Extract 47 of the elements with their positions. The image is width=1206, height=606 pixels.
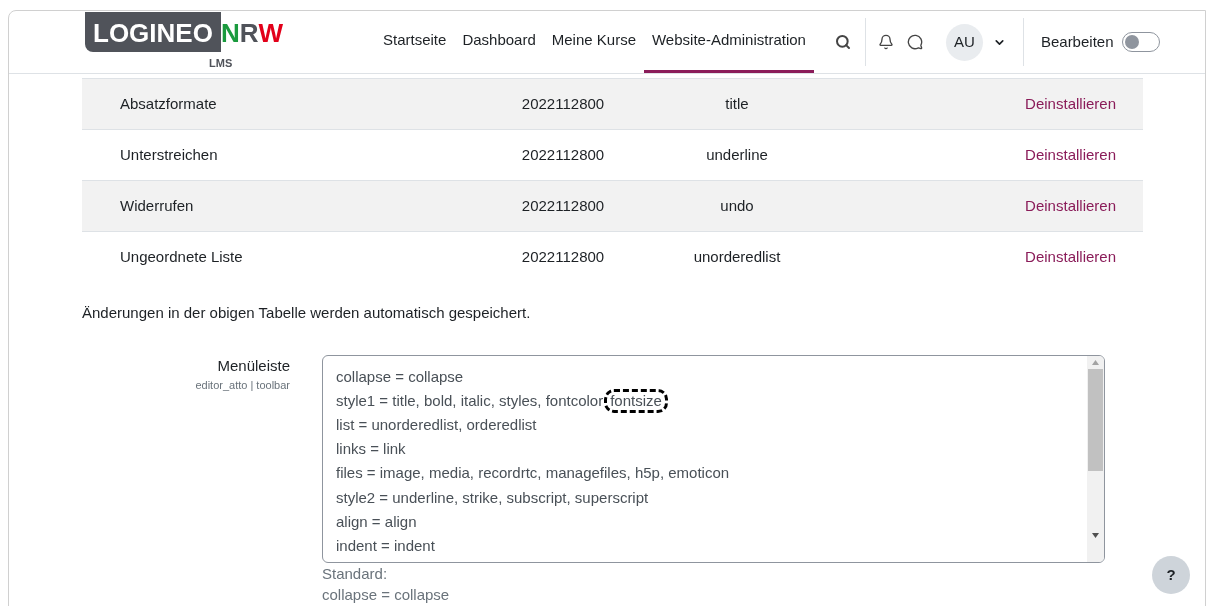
help-button[interactable]: ? [1152, 556, 1190, 594]
uninstall-link[interactable]: Deinstallieren [1025, 245, 1116, 269]
nav-tab[interactable]: Dashboard [454, 11, 544, 73]
nav-tab[interactable]: Meine Kurse [543, 11, 644, 73]
textarea-line: collapse = collapse [336, 366, 464, 387]
toolbar-textarea[interactable] [322, 354, 1105, 563]
edit-mode-switch[interactable] [1121, 32, 1160, 52]
chat-icon[interactable] [906, 34, 923, 50]
textarea-line: style1 = title, bold, italic, styles, fontcolor [336, 390, 604, 411]
default-value: collapse = collapse [322, 585, 451, 604]
textarea-line: style2 = underline, strike, subscript, superscript [336, 487, 649, 508]
bell-icon[interactable] [877, 34, 894, 50]
uninstall-link[interactable]: Deinstallieren [1025, 194, 1116, 218]
version-cell-text: 2022112800 [520, 195, 606, 216]
plugin-name-cell-text: Unterstreichen [120, 144, 219, 165]
plugin-id-cell-text: title [724, 93, 750, 114]
default-label: Standard: [322, 564, 389, 583]
textarea-line: align = align [336, 511, 417, 532]
nav-tab[interactable]: Startseite [375, 11, 455, 73]
scrollbar[interactable] [1087, 355, 1104, 562]
plugin-id-cell-text: underline [705, 144, 769, 165]
logo-subtitle: LMS [209, 56, 234, 71]
textarea-line: files = image, media, recordrtc, managefiles, h5p, emoticon [336, 463, 730, 484]
textarea-line: links = link [336, 439, 406, 460]
edit-mode-label: Bearbeiten [1040, 31, 1114, 52]
uninstall-link[interactable]: Deinstallieren [1025, 143, 1116, 167]
user-avatar[interactable]: AU [945, 23, 983, 61]
logo-accent: NRW [220, 20, 283, 50]
setting-key: editor_atto | toolbar [195, 377, 290, 394]
setting-label: Menüleiste [217, 355, 290, 376]
highlighted-word: fontsize [604, 388, 668, 413]
textarea-line: indent = indent [336, 535, 435, 556]
textarea-line: list = unorderedlist, orderedlist [336, 414, 537, 435]
plugin-id-cell-text: unorderedlist [692, 246, 782, 267]
autosave-note: Änderungen in der obigen Tabelle werden automatisch gespeichert. [82, 303, 532, 323]
logo-text: LOGINEO [85, 12, 221, 52]
plugin-name-cell-text: Widerrufen [120, 195, 195, 216]
version-cell-text: 2022112800 [520, 144, 606, 165]
scroll-down-icon[interactable] [1092, 532, 1099, 538]
plugin-id-cell-text: undo [719, 195, 755, 216]
plugin-name-cell-text: Absatzformate [120, 93, 218, 114]
version-cell-text: 2022112800 [520, 93, 606, 114]
plugin-name-cell-text: Ungeordnete Liste [120, 246, 244, 267]
search-icon[interactable] [834, 34, 851, 50]
nav-tab[interactable]: Website-Administration [644, 11, 814, 73]
version-cell-text: 2022112800 [520, 246, 606, 267]
uninstall-link[interactable]: Deinstallieren [1025, 92, 1116, 116]
